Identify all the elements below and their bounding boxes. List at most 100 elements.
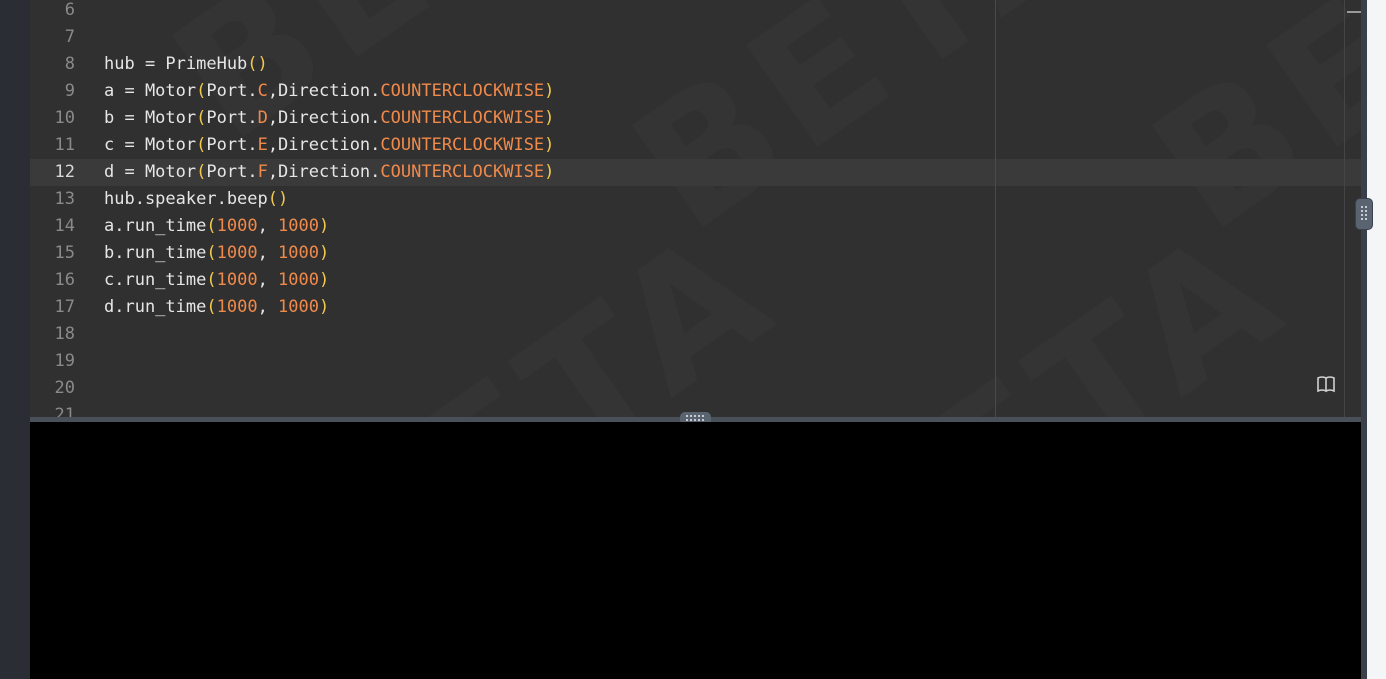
code-token: () [247, 54, 268, 74]
code-token: ) [544, 81, 555, 101]
code-token: hub = PrimeHub [104, 54, 248, 74]
left-panel-edge [0, 0, 30, 679]
line-number: 11 [54, 135, 75, 155]
code-line[interactable]: 7 [30, 24, 1361, 51]
code-token: 1000 [216, 270, 258, 290]
code-text: b.run_time(1000, 1000) [104, 240, 329, 267]
line-number: 9 [64, 81, 75, 101]
code-token: b = Motor [104, 108, 197, 128]
code-text: d.run_time(1000, 1000) [104, 294, 329, 321]
code-token: F [257, 162, 268, 182]
code-token: 1000 [278, 216, 319, 236]
code-token: C [257, 81, 268, 101]
code-line[interactable]: 14 a.run_time(1000, 1000) [30, 213, 1361, 240]
line-number: 10 [54, 108, 75, 128]
line-number: 14 [54, 216, 75, 236]
code-text: c.run_time(1000, 1000) [104, 267, 329, 294]
code-token: , [257, 216, 279, 236]
code-line[interactable]: 20 [30, 375, 1361, 402]
code-token: Port. [206, 81, 258, 101]
code-line[interactable]: 9 a = Motor(Port.C,Direction.COUNTERCLOCK… [30, 78, 1361, 105]
code-token: ,Direction. [267, 108, 381, 128]
line-number: 6 [64, 0, 75, 20]
code-token: ( [206, 270, 217, 290]
code-editor[interactable]: BETA BETA BETA BETA BETA 678hub = PrimeH… [30, 0, 1361, 417]
code-lines[interactable]: 6 7 8 hub = PrimeHub() 9 a = Motor(Port.C,Dir… [30, 0, 1361, 417]
code-line[interactable]: 12 d = Motor(Port.F,Direction.COUNTERCLOC… [30, 159, 1361, 186]
line-number: 15 [54, 243, 75, 263]
line-number: 13 [54, 189, 75, 209]
code-token: , [257, 243, 279, 263]
code-text: c = Motor(Port.E,Direction.COUNTERCLOCKW… [104, 132, 554, 159]
code-token: ) [319, 243, 330, 263]
code-token: COUNTERCLOCKWISE [380, 135, 545, 155]
code-token: ) [544, 162, 555, 182]
code-token: ) [319, 216, 330, 236]
line-number: 8 [64, 54, 75, 74]
right-splitter[interactable] [1361, 0, 1367, 679]
line-number: 20 [54, 378, 75, 398]
code-token: ) [544, 108, 555, 128]
code-token: () [267, 189, 289, 209]
code-line[interactable]: 11 c = Motor(Port.E,Direction.COUNTERCLOC… [30, 132, 1361, 159]
line-number: 12 [54, 162, 75, 182]
code-token: 1000 [278, 243, 319, 263]
code-line[interactable]: 16 c.run_time(1000, 1000) [30, 267, 1361, 294]
editor-scrollbar[interactable] [1344, 0, 1345, 417]
minus-icon[interactable] [1347, 11, 1361, 13]
code-token: E [257, 135, 268, 155]
code-token: COUNTERCLOCKWISE [380, 81, 545, 101]
code-text: hub.speaker.beep() [104, 186, 288, 213]
code-line[interactable]: 8 hub = PrimeHub() [30, 51, 1361, 78]
code-token: a.run_time [104, 216, 207, 236]
line-number: 7 [64, 27, 75, 47]
code-token: ( [196, 81, 207, 101]
code-line[interactable]: 17 d.run_time(1000, 1000) [30, 294, 1361, 321]
code-token: ) [319, 297, 330, 317]
code-token: ,Direction. [267, 135, 381, 155]
code-token: 1000 [216, 243, 258, 263]
code-line[interactable]: 19 [30, 348, 1361, 375]
code-line[interactable]: 18 [30, 321, 1361, 348]
code-token: 1000 [278, 270, 319, 290]
drag-handle-vertical-icon[interactable] [1355, 198, 1373, 230]
code-token: ) [319, 270, 330, 290]
code-token: Port. [206, 108, 258, 128]
code-token: b.run_time [104, 243, 207, 263]
console-output[interactable] [30, 422, 1361, 679]
code-token: ( [196, 162, 207, 182]
line-number: 18 [54, 324, 75, 344]
code-token: ( [206, 216, 217, 236]
code-token: ( [206, 243, 217, 263]
code-line[interactable]: 10 b = Motor(Port.D,Direction.COUNTERCLOC… [30, 105, 1361, 132]
code-token: ( [196, 108, 207, 128]
code-line[interactable]: 15 b.run_time(1000, 1000) [30, 240, 1361, 267]
book-icon[interactable] [1315, 373, 1337, 395]
code-token: D [257, 108, 268, 128]
line-number: 16 [54, 270, 75, 290]
code-token: c.run_time [104, 270, 207, 290]
code-token: 1000 [278, 297, 319, 317]
code-token: 1000 [216, 216, 258, 236]
code-token: d.run_time [104, 297, 207, 317]
column-ruler [995, 0, 996, 417]
code-token: d = Motor [104, 162, 197, 182]
code-editor-app: BETA BETA BETA BETA BETA 678hub = PrimeH… [0, 0, 1386, 679]
code-token: c = Motor [104, 135, 197, 155]
code-token: ( [206, 297, 217, 317]
code-token: ( [196, 135, 207, 155]
code-line[interactable]: 6 [30, 0, 1361, 24]
code-token: ) [544, 135, 555, 155]
code-token: , [257, 297, 279, 317]
line-number: 19 [54, 351, 75, 371]
code-text: hub = PrimeHub() [104, 51, 268, 78]
code-text: d = Motor(Port.F,Direction.COUNTERCLOCKW… [104, 159, 554, 186]
code-token: ,Direction. [267, 162, 381, 182]
code-token: COUNTERCLOCKWISE [380, 162, 545, 182]
code-text: a.run_time(1000, 1000) [104, 213, 329, 240]
code-token: , [257, 270, 279, 290]
code-line[interactable]: 13 hub.speaker.beep() [30, 186, 1361, 213]
code-token: COUNTERCLOCKWISE [380, 108, 545, 128]
code-token: a = Motor [104, 81, 197, 101]
code-text: b = Motor(Port.D,Direction.COUNTERCLOCKW… [104, 105, 554, 132]
